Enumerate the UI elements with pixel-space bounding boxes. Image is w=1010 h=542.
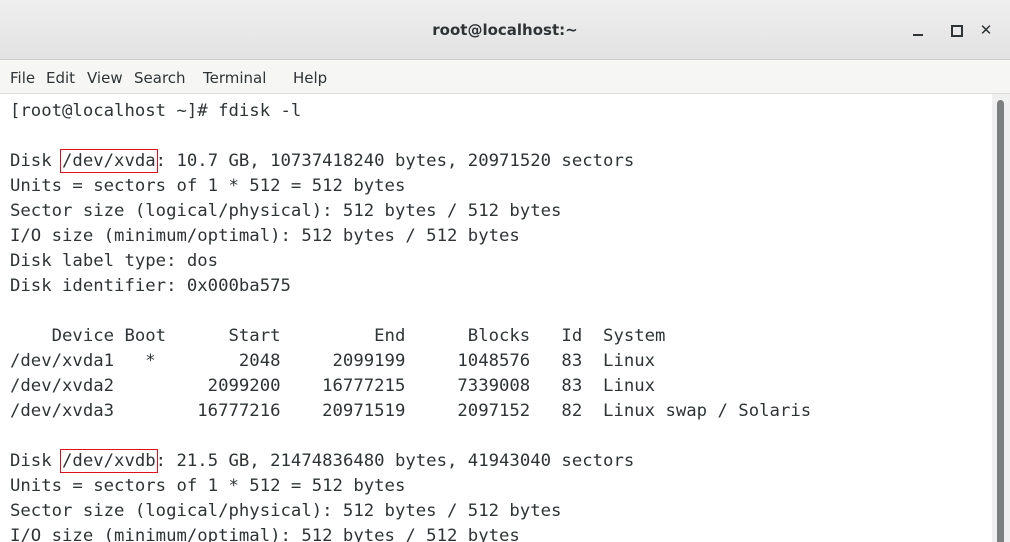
partition-row: /dev/xvda2 2099200 16777215 7339008 83 L… <box>10 376 656 396</box>
maximize-button[interactable] <box>943 16 971 44</box>
disk2-sector-size-line: Sector size (logical/physical): 512 byte… <box>10 501 562 521</box>
disk1-identifier-line: Disk identifier: 0x000ba575 <box>10 276 291 296</box>
disk1-device-highlight: /dev/xvda <box>60 149 158 173</box>
menu-file[interactable]: File <box>10 69 35 87</box>
disk1-line: Disk /dev/xvda: 10.7 GB, 10737418240 byt… <box>10 149 634 174</box>
maximize-icon <box>951 25 963 37</box>
menu-bar: File Edit View Search Terminal Help <box>0 60 1010 94</box>
prompt-line: [root@localhost ~]# fdisk -l <box>10 101 302 121</box>
partition-row: /dev/xvda1 * 2048 2099199 1048576 83 Lin… <box>10 351 656 371</box>
minimize-button[interactable] <box>904 16 932 44</box>
menu-edit[interactable]: Edit <box>46 69 75 87</box>
disk2-details: : 21.5 GB, 21474836480 bytes, 41943040 s… <box>155 451 635 471</box>
disk1-sector-size-line: Sector size (logical/physical): 512 byte… <box>10 201 562 221</box>
disk2-io-size-line: I/O size (minimum/optimal): 512 bytes / … <box>10 526 520 542</box>
disk1-details: : 10.7 GB, 10737418240 bytes, 20971520 s… <box>155 151 635 171</box>
disk-prefix: Disk <box>10 451 63 471</box>
minimize-icon <box>913 34 923 36</box>
terminal-output[interactable]: [root@localhost ~]# fdisk -l Disk /dev/x… <box>0 94 992 542</box>
scrollbar-thumb[interactable] <box>997 100 1004 542</box>
partition-table-header: Device Boot Start End Blocks Id System <box>10 326 666 346</box>
disk1-io-size-line: I/O size (minimum/optimal): 512 bytes / … <box>10 226 520 246</box>
vertical-scrollbar[interactable] <box>992 94 1010 542</box>
close-icon: ✕ <box>979 21 993 39</box>
disk1-label-type-line: Disk label type: dos <box>10 251 219 271</box>
disk2-line: Disk /dev/xvdb: 21.5 GB, 21474836480 byt… <box>10 449 634 474</box>
disk-prefix: Disk <box>10 151 63 171</box>
disk1-units-line: Units = sectors of 1 * 512 = 512 bytes <box>10 176 406 196</box>
terminal-window: root@localhost:~ ✕ File Edit View Search… <box>0 0 1010 542</box>
disk2-device-highlight: /dev/xvdb <box>60 449 158 473</box>
menu-view[interactable]: View <box>87 69 123 87</box>
window-title: root@localhost:~ <box>432 21 578 39</box>
disk2-units-line: Units = sectors of 1 * 512 = 512 bytes <box>10 476 406 496</box>
close-button[interactable]: ✕ <box>972 16 1000 44</box>
title-bar[interactable]: root@localhost:~ ✕ <box>0 0 1010 60</box>
partition-row: /dev/xvda3 16777216 20971519 2097152 82 … <box>10 401 812 421</box>
menu-search[interactable]: Search <box>134 69 186 87</box>
menu-terminal[interactable]: Terminal <box>203 69 266 87</box>
menu-help[interactable]: Help <box>293 69 327 87</box>
